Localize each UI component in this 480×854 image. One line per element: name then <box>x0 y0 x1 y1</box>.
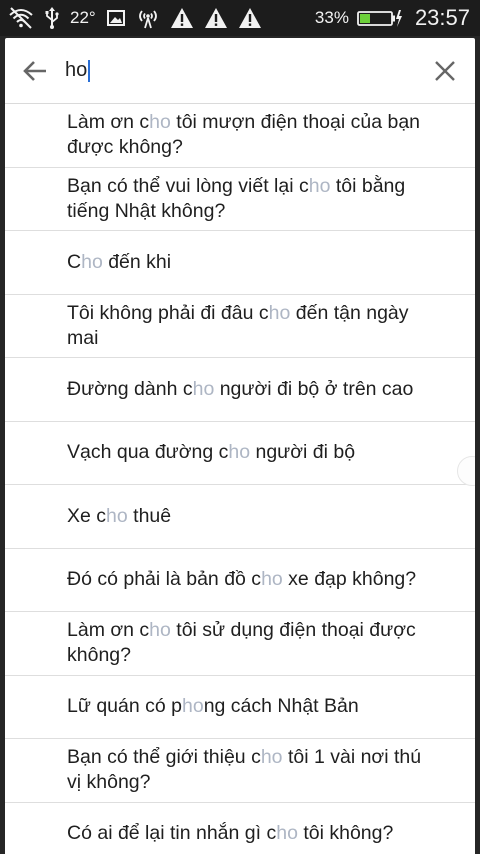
match-highlight: ho <box>308 174 331 197</box>
result-text-segment: C <box>67 250 82 273</box>
result-text-segment: Tôi không phải đi đâu c <box>67 301 269 324</box>
result-text-segment: thuê <box>127 504 172 527</box>
clock: 23:57 <box>414 5 470 30</box>
result-text-segment: xe đạp không? <box>282 568 417 591</box>
battery-charging-icon <box>357 8 403 28</box>
match-highlight: ho <box>149 111 171 134</box>
match-highlight: ho <box>276 822 298 845</box>
result-text-segment: Xe c <box>67 504 107 527</box>
search-bar: ho <box>5 38 475 104</box>
result-text: Cho đến khi <box>67 250 171 275</box>
text-caret <box>88 59 91 82</box>
back-button[interactable] <box>5 38 65 104</box>
result-item[interactable]: Đường dành cho người đi bộ ở trên cao <box>5 358 475 422</box>
status-bar: 22° 33% 23:57 <box>0 0 480 36</box>
result-item[interactable]: Đó có phải là bản đồ cho xe đạp không? <box>5 549 475 612</box>
result-text-segment: Bạn có thể vui lòng viết lại c <box>67 174 309 197</box>
result-item[interactable]: Làm ơn cho tôi sử dụng điện thoại được k… <box>5 612 475 676</box>
result-text-segment: Vạch qua đường c <box>67 441 229 464</box>
result-text-segment: Làm ơn c <box>67 619 150 642</box>
status-left: 22° <box>8 6 262 30</box>
match-highlight: ho <box>149 619 171 642</box>
result-item[interactable]: Vạch qua đường cho người đi bộ <box>5 422 475 485</box>
search-input[interactable]: ho <box>65 38 415 104</box>
match-highlight: ho <box>261 568 283 591</box>
result-item[interactable]: Lữ quán có phong cách Nhật Bản <box>5 676 475 739</box>
result-text: Đường dành cho người đi bộ ở trên cao <box>67 377 413 402</box>
result-item[interactable]: Làm ơn cho tôi mượn điện thoại của bạn đ… <box>5 104 475 168</box>
result-text: Lữ quán có phong cách Nhật Bản <box>67 694 359 719</box>
result-text-segment: người đi bộ ở trên cao <box>214 377 414 400</box>
result-text: Làm ơn cho tôi mượn điện thoại của bạn đ… <box>67 110 439 160</box>
result-item[interactable]: Có ai để lại tin nhắn gì cho tôi không? <box>5 803 475 854</box>
result-text-segment: Lữ quán có p <box>67 695 182 718</box>
match-highlight: ho <box>228 441 251 464</box>
warning-icon <box>170 7 194 29</box>
wifi-off-icon <box>8 6 34 30</box>
match-highlight: ho <box>260 746 283 769</box>
battery-percent: 33% <box>314 8 349 27</box>
result-text: Làm ơn cho tôi sử dụng điện thoại được k… <box>67 618 439 668</box>
temperature-text: 22° <box>70 8 96 27</box>
result-item[interactable]: Bạn có thể giới thiệu cho tôi 1 vài nơi … <box>5 739 475 803</box>
match-highlight: ho <box>81 250 103 273</box>
clear-button[interactable] <box>415 38 475 104</box>
usb-icon <box>44 6 60 30</box>
search-query-text: ho <box>65 59 88 81</box>
result-text: Bạn có thể vui lòng viết lại cho tôi bằn… <box>67 174 439 224</box>
close-icon <box>435 60 455 81</box>
result-text-segment: ng cách Nhật Bản <box>203 695 359 718</box>
warning-icon <box>238 7 262 29</box>
result-text-segment: Đó có phải là bản đồ c <box>67 568 262 591</box>
result-text: Tôi không phải đi đâu cho đến tận ngày m… <box>67 301 439 351</box>
result-text-segment: Bạn có thể giới thiệu c <box>67 746 261 769</box>
match-highlight: ho <box>268 301 291 324</box>
result-text: Bạn có thể giới thiệu cho tôi 1 vài nơi … <box>67 745 439 795</box>
result-text-segment: Có ai để lại tin nhắn gì c <box>67 822 277 845</box>
search-panel: ho Làm ơn cho tôi mượn điện thoại của bạ… <box>5 38 475 854</box>
result-text-segment: Đường dành c <box>67 377 193 400</box>
result-text-segment: đến khi <box>102 250 172 273</box>
results-list: Làm ơn cho tôi mượn điện thoại của bạn đ… <box>5 104 475 854</box>
result-item[interactable]: Cho đến khi <box>5 231 475 295</box>
result-text-segment: Làm ơn c <box>67 111 150 134</box>
result-text-segment: tôi không? <box>297 822 394 845</box>
match-highlight: ho <box>106 504 128 527</box>
result-text: Có ai để lại tin nhắn gì cho tôi không? <box>67 821 393 846</box>
result-text: Xe cho thuê <box>67 504 171 529</box>
result-item[interactable]: Xe cho thuê <box>5 485 475 549</box>
warning-icon <box>204 7 228 29</box>
match-highlight: ho <box>181 695 204 718</box>
hotspot-icon <box>136 7 160 29</box>
result-item[interactable]: Bạn có thể vui lòng viết lại cho tôi bằn… <box>5 168 475 231</box>
result-text: Vạch qua đường cho người đi bộ <box>67 440 355 465</box>
result-item[interactable]: Tôi không phải đi đâu cho đến tận ngày m… <box>5 295 475 358</box>
match-highlight: ho <box>192 377 215 400</box>
image-icon <box>106 8 126 28</box>
result-text-segment: người đi bộ <box>250 441 356 464</box>
arrow-left-icon <box>23 60 46 81</box>
status-right: 33% 23:57 <box>315 5 470 31</box>
result-text: Đó có phải là bản đồ cho xe đạp không? <box>67 567 416 592</box>
